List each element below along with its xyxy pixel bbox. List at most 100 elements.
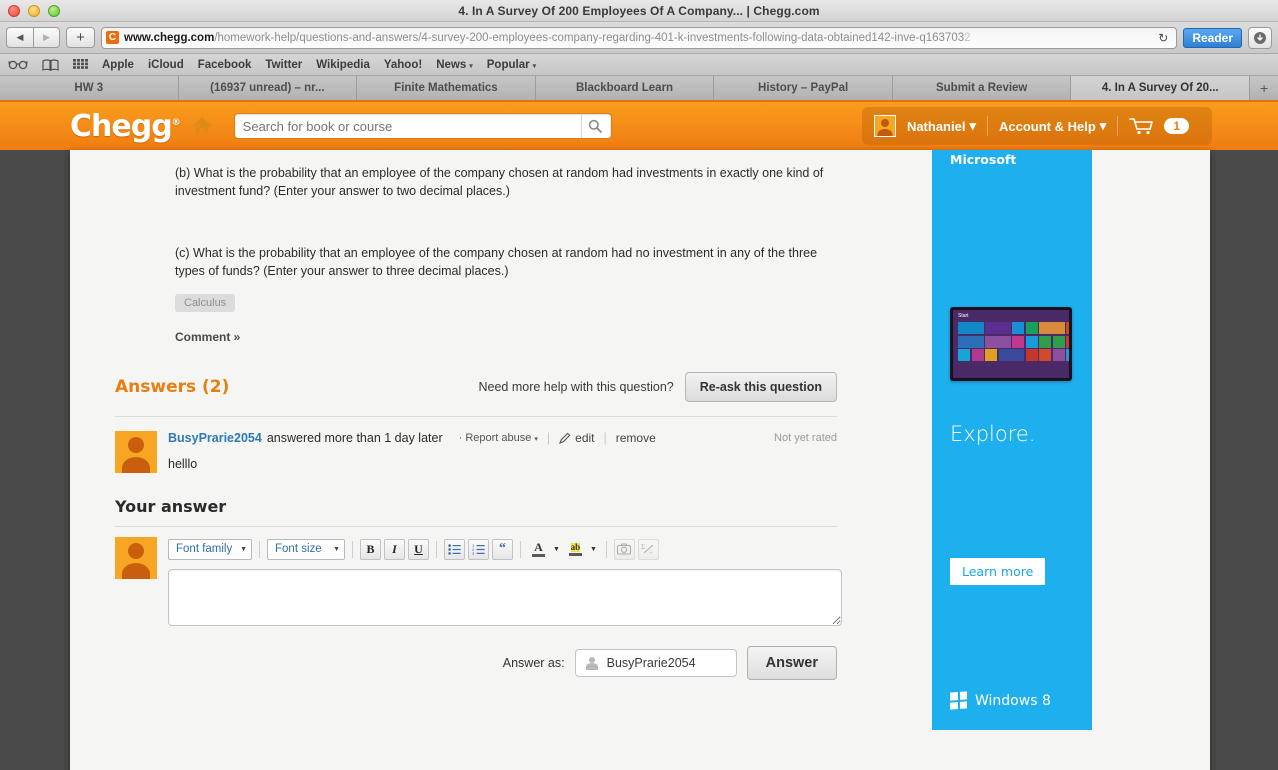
bookmark-facebook[interactable]: Facebook: [198, 59, 252, 71]
chegg-favicon-icon: C: [106, 31, 119, 44]
bookmark-yahoo[interactable]: Yahoo!: [384, 59, 422, 71]
edit-answer-link[interactable]: edit: [559, 431, 595, 445]
forward-button[interactable]: ▶: [33, 27, 60, 48]
url-tail: 2: [964, 31, 971, 44]
tab-bar: HW 3 (16937 unread) – nr... Finite Mathe…: [0, 76, 1278, 102]
close-window-button[interactable]: [8, 5, 20, 17]
your-answer-heading: Your answer: [115, 497, 227, 516]
tab-submit-a-review[interactable]: Submit a Review: [892, 76, 1072, 100]
subject-tag[interactable]: Calculus: [175, 294, 236, 312]
ad-product-name: Windows 8: [975, 692, 1051, 709]
ad-learn-more-button[interactable]: Learn more: [950, 558, 1046, 585]
divider: [436, 540, 437, 558]
minimize-window-button[interactable]: [28, 5, 40, 17]
tab-blackboard-learn[interactable]: Blackboard Learn: [535, 76, 715, 100]
top-sites-icon[interactable]: [73, 58, 88, 71]
answer-rating-status: Not yet rated: [774, 432, 837, 444]
chegg-logo[interactable]: Chegg®: [70, 109, 181, 144]
window-traffic-lights: [8, 5, 60, 17]
reload-button[interactable]: ↻: [1154, 31, 1172, 45]
search-submit-button[interactable]: [580, 114, 609, 138]
cart-icon: [1129, 118, 1154, 135]
answer-author-link[interactable]: BusyPrarie2054: [168, 431, 262, 445]
answer-author-avatar: [115, 431, 157, 473]
re-ask-question-button[interactable]: Re-ask this question: [684, 372, 837, 402]
bookmark-popular-label: Popular: [486, 58, 530, 71]
safari-window: 4. In A Survey Of 200 Employees Of A Com…: [0, 0, 1278, 770]
bookmark-popular[interactable]: Popular ▾: [487, 59, 536, 71]
tab-hw3[interactable]: HW 3: [0, 76, 179, 100]
bookmark-wikipedia[interactable]: Wikipedia: [316, 59, 370, 71]
chevron-down-icon[interactable]: ▼: [553, 546, 560, 553]
highlight-color-button[interactable]: ab: [565, 539, 586, 560]
tile: [1066, 335, 1069, 348]
reader-button[interactable]: Reader: [1183, 27, 1242, 48]
bookmark-twitter[interactable]: Twitter: [265, 59, 302, 71]
downloads-button[interactable]: [1248, 26, 1272, 49]
registered-mark-icon: ®: [171, 117, 181, 128]
answer-as-value: BusyPrarie2054: [606, 656, 696, 670]
numbered-list-button[interactable]: 123: [468, 538, 489, 560]
url-path: /homework-help/questions-and-answers/4-s…: [214, 31, 965, 44]
chevron-down-icon: ▾: [534, 436, 538, 443]
answer-as-field[interactable]: BusyPrarie2054: [574, 649, 737, 677]
underline-button[interactable]: U: [408, 538, 429, 560]
tab-finite-mathematics[interactable]: Finite Mathematics: [357, 76, 536, 100]
current-user-avatar: [115, 537, 157, 579]
tab-chegg-question[interactable]: 4. In A Survey Of 20...: [1071, 76, 1251, 100]
insert-image-button[interactable]: [613, 538, 635, 560]
comment-link[interactable]: Comment »: [175, 330, 882, 344]
answer-textarea[interactable]: [168, 569, 842, 626]
answer-as-label: Answer as:: [502, 656, 565, 670]
bookmark-news[interactable]: News ▾: [436, 59, 473, 71]
cart-button[interactable]: 1: [1118, 117, 1200, 135]
font-size-select[interactable]: Font size ▼: [267, 538, 345, 560]
question-part-b: (b) What is the probability that an empl…: [175, 166, 824, 198]
italic-button[interactable]: I: [384, 538, 405, 560]
account-toolbar: Nathaniel ▾ Account & Help ▾ 1: [861, 107, 1212, 145]
question-part-c: (c) What is the probability that an empl…: [175, 246, 818, 278]
equation-button[interactable]: Σ ÷: [637, 538, 659, 560]
svg-text:÷: ÷: [649, 549, 653, 556]
browser-toolbar: ◀ ▶ + C www.chegg.com/homework-help/ques…: [0, 22, 1278, 54]
report-abuse-link[interactable]: · Report abuse ▾: [459, 432, 538, 444]
bookmarks-icon[interactable]: [42, 58, 59, 71]
need-more-help-text: Need more help with this question?: [478, 380, 674, 394]
maximize-window-button[interactable]: [48, 5, 60, 17]
window-title: 4. In A Survey Of 200 Employees Of A Com…: [458, 3, 820, 18]
tile: [985, 335, 1011, 348]
tab-history-paypal[interactable]: History – PayPal: [714, 76, 893, 100]
tile: [1039, 322, 1065, 334]
submit-answer-button[interactable]: Answer: [746, 646, 837, 680]
tile: [958, 349, 970, 361]
bookmark-apple[interactable]: Apple: [102, 59, 134, 71]
chevron-down-icon[interactable]: ▼: [590, 546, 597, 553]
search-box[interactable]: [233, 113, 612, 139]
account-help-menu[interactable]: Account & Help ▾: [988, 118, 1117, 134]
bold-button[interactable]: B: [360, 538, 381, 560]
bullet-list-button[interactable]: [444, 538, 465, 560]
edit-label: edit: [575, 431, 595, 445]
bookmark-icloud[interactable]: iCloud: [148, 59, 184, 71]
bullet-list-icon: [448, 543, 461, 555]
back-button[interactable]: ◀: [6, 27, 33, 48]
windows-8-advertisement[interactable]: Microsoft Start Explore. Learn more Wind…: [932, 150, 1092, 730]
blockquote-button[interactable]: “: [492, 538, 513, 560]
tile: [985, 349, 997, 361]
tab-mail[interactable]: (16937 unread) – nr...: [178, 76, 358, 100]
address-bar[interactable]: C www.chegg.com/homework-help/questions-…: [101, 26, 1178, 49]
home-icon[interactable]: [190, 114, 214, 138]
add-tab-button[interactable]: +: [1250, 76, 1278, 100]
cart-count-badge: 1: [1164, 118, 1189, 134]
remove-answer-link[interactable]: remove: [616, 431, 656, 445]
new-tab-button[interactable]: +: [66, 27, 95, 48]
user-menu[interactable]: Nathaniel ▾: [896, 118, 987, 134]
font-family-select[interactable]: Font family ▼: [168, 538, 252, 560]
reading-list-icon[interactable]: [8, 59, 28, 70]
text-color-button[interactable]: A: [528, 539, 549, 560]
camera-icon: [617, 543, 632, 555]
svg-text:Σ: Σ: [641, 543, 645, 551]
search-input[interactable]: [242, 118, 581, 134]
ad-footer: Windows 8: [950, 691, 1051, 710]
underline-icon: U: [414, 541, 423, 556]
